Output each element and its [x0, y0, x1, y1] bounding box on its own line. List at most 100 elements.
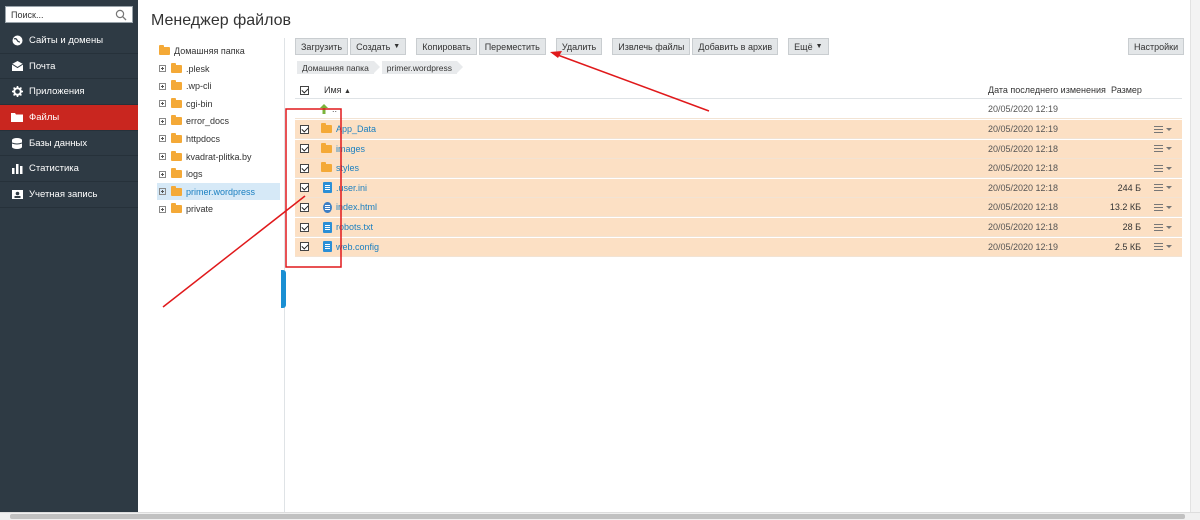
tree-item-wp-cli[interactable]: .wp-cli	[159, 78, 284, 95]
expand-icon[interactable]	[159, 135, 166, 143]
expand-icon[interactable]	[159, 100, 166, 108]
table-row-parent[interactable]: .. 20/05/2020 12:19	[295, 100, 1182, 119]
folder-icon	[159, 44, 170, 55]
more-button[interactable]: Ещё ▼	[788, 38, 829, 55]
search-input[interactable]	[6, 7, 132, 22]
tree-item-cgi-bin[interactable]: cgi-bin	[159, 95, 284, 112]
col-size[interactable]: Размер	[1111, 85, 1142, 95]
archive-button[interactable]: Добавить в архив	[692, 38, 779, 55]
settings-button[interactable]: Настройки	[1128, 38, 1185, 55]
nav-item-files[interactable]: Файлы	[0, 105, 138, 131]
database-icon	[11, 137, 23, 149]
table-row[interactable]: .user.ini 20/05/2020 12:18 244 Б	[295, 178, 1182, 198]
caret-down-icon	[1166, 127, 1172, 131]
tree-item-label: logs	[186, 169, 203, 180]
row-menu[interactable]	[1154, 243, 1172, 251]
tree-root[interactable]: Домашняя папка	[159, 44, 245, 57]
scrollbar-thumb[interactable]	[10, 514, 1185, 519]
table-row[interactable]: index.html 20/05/2020 12:18 13.2 КБ	[295, 198, 1182, 218]
row-checkbox[interactable]	[300, 144, 309, 154]
select-all-checkbox[interactable]	[300, 85, 309, 95]
row-date: 20/05/2020 12:18	[988, 202, 1059, 213]
search-box[interactable]	[5, 6, 133, 23]
file-name[interactable]: styles	[336, 163, 359, 173]
row-menu[interactable]	[1154, 203, 1172, 211]
expand-icon[interactable]	[159, 65, 166, 72]
row-checkbox[interactable]	[300, 163, 309, 173]
file-name[interactable]: robots.txt	[336, 222, 373, 232]
nav-label-files: Файлы	[29, 111, 60, 123]
nav-item-account[interactable]: Учетная запись	[0, 182, 138, 208]
globe-icon	[11, 34, 23, 46]
tree-item-label: error_docs	[186, 116, 230, 127]
horizontal-scrollbar[interactable]	[0, 512, 1200, 520]
file-name[interactable]: images	[336, 144, 365, 154]
row-menu[interactable]	[1154, 125, 1172, 133]
expand-icon[interactable]	[159, 153, 166, 160]
extract-button[interactable]: Извлечь файлы	[612, 38, 691, 55]
row-menu[interactable]	[1154, 145, 1172, 153]
folder-icon	[171, 115, 182, 126]
row-checkbox[interactable]	[300, 202, 309, 212]
expand-icon[interactable]	[159, 117, 166, 125]
nav-item-statistics[interactable]: Статистика	[0, 156, 138, 183]
tree-item-plesk[interactable]: .plesk	[159, 60, 284, 77]
tree-collapse-handle[interactable]	[281, 270, 286, 308]
move-button[interactable]: Переместить	[478, 38, 546, 55]
menu-icon	[1154, 125, 1163, 133]
search-icon[interactable]	[115, 9, 127, 21]
upload-button[interactable]: Загрузить	[295, 38, 349, 55]
row-menu[interactable]	[1154, 223, 1172, 231]
delete-button[interactable]: Удалить	[555, 38, 603, 55]
table-row[interactable]: robots.txt 20/05/2020 12:18 28 Б	[295, 218, 1182, 237]
file-name[interactable]: web.config	[336, 242, 379, 252]
row-checkbox[interactable]	[300, 124, 309, 134]
table-row[interactable]: styles 20/05/2020 12:18	[295, 159, 1182, 179]
expand-icon[interactable]	[159, 205, 166, 213]
nav-label-sites: Сайты и домены	[29, 34, 104, 46]
row-checkbox[interactable]	[300, 183, 309, 193]
nav-item-mail[interactable]: Почта	[0, 54, 138, 80]
copy-button[interactable]: Копировать	[416, 38, 477, 55]
breadcrumb-home[interactable]: Домашняя папка	[297, 61, 380, 74]
vertical-scrollbar[interactable]	[1190, 0, 1200, 520]
nav-item-databases[interactable]: Базы данных	[0, 131, 138, 157]
row-date: 20/05/2020 12:19	[988, 104, 1059, 114]
create-button[interactable]: Создать ▼	[350, 38, 407, 55]
nav-label-databases: Базы данных	[29, 137, 88, 149]
expand-icon[interactable]	[159, 170, 166, 178]
nav-item-sites[interactable]: Сайты и домены	[0, 28, 138, 54]
folder-icon	[171, 132, 182, 143]
row-menu[interactable]	[1154, 184, 1172, 192]
folder-icon	[171, 80, 182, 91]
parent-link[interactable]: ..	[332, 104, 337, 114]
gear-icon	[11, 86, 23, 98]
file-name[interactable]: .user.ini	[336, 183, 367, 193]
row-date: 20/05/2020 12:19	[988, 241, 1059, 252]
col-name[interactable]: Имя ▲	[324, 85, 351, 95]
col-date[interactable]: Дата последнего изменения	[988, 85, 1106, 95]
folder-up-icon	[320, 104, 328, 114]
file-name[interactable]: index.html	[336, 202, 377, 212]
row-menu[interactable]	[1154, 164, 1172, 172]
expand-icon[interactable]	[159, 188, 166, 196]
table-row[interactable]: web.config 20/05/2020 12:19 2.5 КБ	[295, 237, 1182, 257]
tree-item-label: kvadrat-plitka.by	[186, 151, 252, 162]
nav-item-apps[interactable]: Приложения	[0, 79, 138, 106]
table-row[interactable]: images 20/05/2020 12:18	[295, 139, 1182, 159]
tree-item-label: private	[186, 204, 214, 215]
row-checkbox[interactable]	[300, 242, 309, 252]
tree-item-private[interactable]: private	[159, 201, 284, 218]
tree-item-error-docs[interactable]: error_docs	[159, 113, 284, 130]
tree-item-kvadrat-plitka[interactable]: kvadrat-plitka.by	[159, 148, 284, 165]
folder-icon	[11, 111, 23, 123]
breadcrumb-current[interactable]: primer.wordpress	[381, 61, 464, 74]
folder-icon	[321, 162, 332, 173]
file-name[interactable]: App_Data	[336, 124, 376, 134]
tree-item-primer-wordpress[interactable]: primer.wordpress	[157, 183, 280, 201]
table-row[interactable]: App_Data 20/05/2020 12:19	[295, 120, 1182, 139]
row-checkbox[interactable]	[300, 222, 309, 232]
expand-icon[interactable]	[159, 82, 166, 90]
tree-item-logs[interactable]: logs	[159, 166, 284, 183]
tree-item-httpdocs[interactable]: httpdocs	[159, 130, 284, 147]
